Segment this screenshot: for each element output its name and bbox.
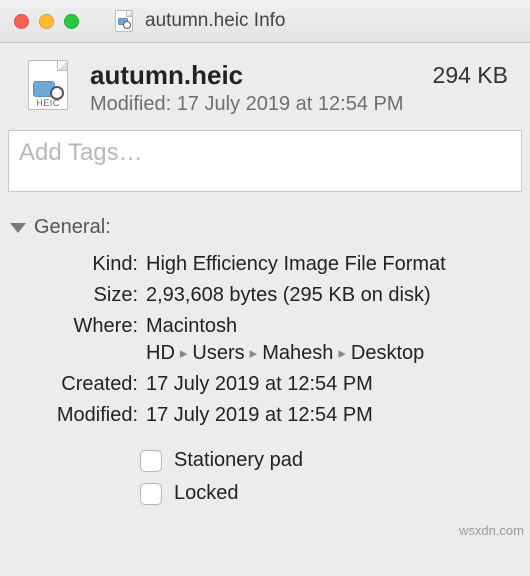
close-window-button[interactable] <box>14 14 29 29</box>
zoom-window-button[interactable] <box>64 14 79 29</box>
minimize-window-button[interactable] <box>39 14 54 29</box>
general-section-title: General: <box>34 216 111 239</box>
tags-input[interactable]: Add Tags… <box>8 130 522 192</box>
locked-row: Locked <box>140 482 520 505</box>
watermark: wsxdn.com <box>459 523 524 538</box>
titlebar-file-icon <box>115 10 135 32</box>
stationery-pad-checkbox[interactable] <box>140 450 162 472</box>
kind-value: High Efficiency Image File Format <box>146 251 506 278</box>
file-icon: HEIC <box>28 60 68 110</box>
general-checkboxes: Stationery pad Locked <box>0 443 530 515</box>
where-path-segment: Users <box>192 342 244 364</box>
general-kv-grid: Kind: High Efficiency Image File Format … <box>0 245 530 443</box>
general-section-header[interactable]: General: <box>0 210 530 245</box>
file-size-summary: 294 KB <box>433 60 508 89</box>
modified-label: Modified: <box>10 402 138 429</box>
path-separator-icon: ▸ <box>245 345 263 362</box>
where-path-segment: Desktop <box>351 342 424 364</box>
titlebar: autumn.heic Info <box>0 0 530 43</box>
locked-checkbox[interactable] <box>140 483 162 505</box>
stationery-pad-label: Stationery pad <box>174 449 303 472</box>
created-label: Created: <box>10 371 138 398</box>
size-value: 2,93,608 bytes (295 KB on disk) <box>146 282 506 309</box>
path-separator-icon: ▸ <box>175 345 193 362</box>
kind-label: Kind: <box>10 251 138 278</box>
created-value: 17 July 2019 at 12:54 PM <box>146 371 506 398</box>
file-name: autumn.heic <box>90 60 411 91</box>
traffic-lights <box>14 14 79 29</box>
where-value: Macintosh HD▸Users▸Mahesh▸Desktop <box>146 313 506 367</box>
tags-placeholder: Add Tags… <box>19 139 143 167</box>
size-label: Size: <box>10 282 138 309</box>
locked-label: Locked <box>174 482 239 505</box>
file-modified-summary: Modified: 17 July 2019 at 12:54 PM <box>90 93 411 116</box>
stationery-pad-row: Stationery pad <box>140 449 520 472</box>
modified-value: 17 July 2019 at 12:54 PM <box>146 402 506 429</box>
file-summary: HEIC autumn.heic Modified: 17 July 2019 … <box>0 43 530 128</box>
where-path-segment: Mahesh <box>262 342 333 364</box>
tags-section: Add Tags… <box>0 128 530 210</box>
path-separator-icon: ▸ <box>333 345 351 362</box>
disclosure-triangle-icon[interactable] <box>10 223 26 233</box>
where-label: Where: <box>10 313 138 367</box>
window-title: autumn.heic Info <box>145 10 285 32</box>
